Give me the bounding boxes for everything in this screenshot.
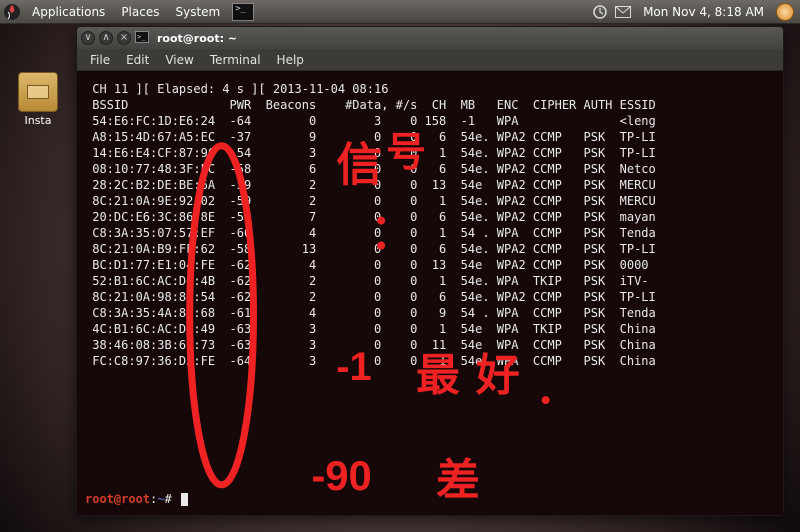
svg-text:-90: -90 <box>311 452 372 499</box>
cursor-block <box>181 493 188 506</box>
terminal-menubar: File Edit View Terminal Help <box>77 49 783 71</box>
menu-edit[interactable]: Edit <box>119 51 156 69</box>
airodump-rows: 54:E6:FC:1D:E6:24 -64 0 3 0 158 -1 WPA <… <box>85 113 775 369</box>
panel-clock[interactable]: Mon Nov 4, 8:18 AM <box>639 5 768 19</box>
terminal-app-icon: >_ <box>135 31 149 46</box>
prompt-path: ~ <box>157 492 164 506</box>
gnome-panel: Applications Places System >_ Mon Nov 4,… <box>0 0 800 24</box>
panel-menu-places[interactable]: Places <box>113 5 167 19</box>
panel-menu-applications[interactable]: Applications <box>24 5 113 19</box>
airodump-status-line: CH 11 ][ Elapsed: 4 s ][ 2013-11-04 08:1… <box>85 81 775 97</box>
user-menu-icon[interactable] <box>776 3 794 21</box>
window-close-button[interactable]: × <box>117 31 131 45</box>
prompt-symbol: # <box>165 492 172 506</box>
menu-help[interactable]: Help <box>270 51 311 69</box>
terminal-launcher-icon[interactable]: >_ <box>232 3 254 21</box>
svg-text:差: 差 <box>436 456 480 505</box>
svg-text:>_: >_ <box>137 33 146 41</box>
window-menu-button[interactable]: ∨ <box>81 31 95 45</box>
prompt-user: root@root <box>85 492 150 506</box>
package-icon <box>18 72 58 112</box>
menu-view[interactable]: View <box>158 51 200 69</box>
distro-icon[interactable] <box>0 0 24 24</box>
desktop-icon-label: Insta <box>8 114 68 127</box>
desktop-icon-installer[interactable]: Insta <box>8 72 68 127</box>
panel-menu-system[interactable]: System <box>167 5 228 19</box>
updates-icon[interactable] <box>593 5 607 19</box>
terminal-body[interactable]: CH 11 ][ Elapsed: 4 s ][ 2013-11-04 08:1… <box>77 71 783 515</box>
menu-file[interactable]: File <box>83 51 117 69</box>
window-titlebar[interactable]: ∨ ∧ × >_ root@root: ~ <box>77 27 783 49</box>
window-title: root@root: ~ <box>157 32 237 45</box>
airodump-header: BSSID PWR Beacons #Data, #/s CH MB ENC C… <box>85 97 775 113</box>
shell-prompt: root@root:~# <box>85 491 188 507</box>
terminal-window: ∨ ∧ × >_ root@root: ~ File Edit View Ter… <box>76 26 784 516</box>
window-minimize-button[interactable]: ∧ <box>99 31 113 45</box>
mail-icon[interactable] <box>615 6 631 18</box>
menu-terminal[interactable]: Terminal <box>203 51 268 69</box>
